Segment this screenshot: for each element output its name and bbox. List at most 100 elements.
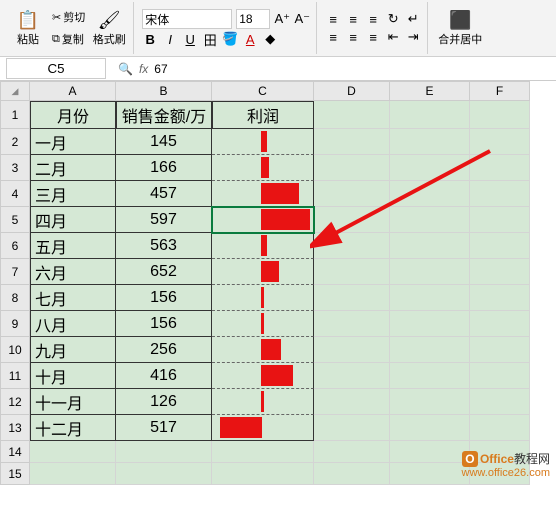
underline-icon[interactable]: U	[182, 31, 198, 47]
cell[interactable]	[390, 101, 470, 129]
cell[interactable]: 563	[116, 233, 212, 259]
cell[interactable]	[470, 259, 530, 285]
cell[interactable]	[390, 363, 470, 389]
cell[interactable]	[390, 285, 470, 311]
cell[interactable]	[470, 155, 530, 181]
cell[interactable]	[470, 415, 530, 441]
cell[interactable]	[470, 233, 530, 259]
format-painter-button[interactable]: 🖌 格式刷	[91, 2, 127, 54]
cell[interactable]	[212, 389, 314, 415]
cell[interactable]	[314, 129, 390, 155]
copy-button[interactable]: ⧉复制	[48, 29, 89, 49]
cell[interactable]	[212, 463, 314, 485]
cell[interactable]	[212, 363, 314, 389]
cell[interactable]	[470, 181, 530, 207]
cell[interactable]	[390, 155, 470, 181]
cell[interactable]: 十一月	[30, 389, 116, 415]
row-header-15[interactable]: 15	[0, 463, 30, 485]
increase-indent-icon[interactable]: ⇥	[405, 29, 421, 45]
cell[interactable]	[212, 415, 314, 441]
cell[interactable]	[314, 463, 390, 485]
cell[interactable]	[314, 181, 390, 207]
col-header-D[interactable]: D	[314, 81, 390, 101]
cell[interactable]: 三月	[30, 181, 116, 207]
cell[interactable]	[390, 389, 470, 415]
align-middle-icon[interactable]: ≡	[345, 11, 361, 27]
fill-color-icon[interactable]: 🪣	[222, 31, 238, 47]
cell[interactable]: 156	[116, 311, 212, 337]
cell[interactable]: 利润	[212, 101, 314, 129]
row-header-7[interactable]: 7	[0, 259, 30, 285]
fx-icon[interactable]: fx	[139, 62, 148, 76]
col-header-B[interactable]: B	[116, 81, 212, 101]
row-header-4[interactable]: 4	[0, 181, 30, 207]
cell[interactable]: 256	[116, 337, 212, 363]
cell[interactable]	[212, 129, 314, 155]
col-header-F[interactable]: F	[470, 81, 530, 101]
cell[interactable]: 十二月	[30, 415, 116, 441]
align-center-icon[interactable]: ≡	[345, 29, 361, 45]
cell[interactable]	[212, 337, 314, 363]
cell[interactable]	[390, 181, 470, 207]
cell[interactable]	[116, 463, 212, 485]
cell[interactable]: 416	[116, 363, 212, 389]
cell[interactable]	[390, 311, 470, 337]
cell[interactable]: 517	[116, 415, 212, 441]
cell[interactable]	[314, 155, 390, 181]
cell[interactable]	[314, 441, 390, 463]
col-header-A[interactable]: A	[30, 81, 116, 101]
cell[interactable]: 166	[116, 155, 212, 181]
cell[interactable]: 月份	[30, 101, 116, 129]
cell[interactable]	[470, 101, 530, 129]
increase-font-icon[interactable]: A⁺	[274, 11, 290, 27]
cell[interactable]	[390, 415, 470, 441]
cell[interactable]: 二月	[30, 155, 116, 181]
cut-button[interactable]: ✂剪切	[48, 7, 89, 27]
formula-input[interactable]	[154, 62, 550, 76]
cell[interactable]	[212, 259, 314, 285]
align-bottom-icon[interactable]: ≡	[365, 11, 381, 27]
cell[interactable]: 六月	[30, 259, 116, 285]
orientation-icon[interactable]: ↻	[385, 11, 401, 27]
cell[interactable]	[470, 207, 530, 233]
font-size-combo[interactable]	[236, 9, 270, 29]
cell[interactable]	[390, 207, 470, 233]
cell[interactable]	[470, 389, 530, 415]
cell[interactable]: 五月	[30, 233, 116, 259]
cell[interactable]	[390, 441, 470, 463]
cell[interactable]	[390, 259, 470, 285]
wrap-text-icon[interactable]: ↵	[405, 11, 421, 27]
row-header-8[interactable]: 8	[0, 285, 30, 311]
search-icon[interactable]: 🔍	[118, 62, 133, 76]
cell[interactable]	[212, 181, 314, 207]
row-header-1[interactable]: 1	[0, 101, 30, 129]
cell[interactable]: 457	[116, 181, 212, 207]
cell[interactable]: 一月	[30, 129, 116, 155]
cell[interactable]: 七月	[30, 285, 116, 311]
cell[interactable]	[314, 389, 390, 415]
align-top-icon[interactable]: ≡	[325, 11, 341, 27]
align-right-icon[interactable]: ≡	[365, 29, 381, 45]
cell[interactable]	[314, 337, 390, 363]
cell[interactable]	[314, 311, 390, 337]
cell[interactable]	[314, 285, 390, 311]
cell[interactable]	[212, 441, 314, 463]
row-header-6[interactable]: 6	[0, 233, 30, 259]
cell[interactable]: 126	[116, 389, 212, 415]
cell[interactable]	[470, 311, 530, 337]
cell[interactable]	[390, 129, 470, 155]
row-header-10[interactable]: 10	[0, 337, 30, 363]
font-color-icon[interactable]: A	[242, 31, 258, 47]
merge-center-button[interactable]: ⬛ 合并居中	[436, 10, 484, 47]
cell[interactable]: 四月	[30, 207, 116, 233]
row-header-5[interactable]: 5	[0, 207, 30, 233]
cell[interactable]	[314, 363, 390, 389]
cell[interactable]: 销售金额/万	[116, 101, 212, 129]
cell[interactable]	[314, 259, 390, 285]
cell[interactable]	[314, 101, 390, 129]
cell[interactable]	[212, 155, 314, 181]
cell[interactable]	[30, 441, 116, 463]
cell[interactable]: 145	[116, 129, 212, 155]
cell[interactable]: 156	[116, 285, 212, 311]
name-box[interactable]	[6, 58, 106, 79]
